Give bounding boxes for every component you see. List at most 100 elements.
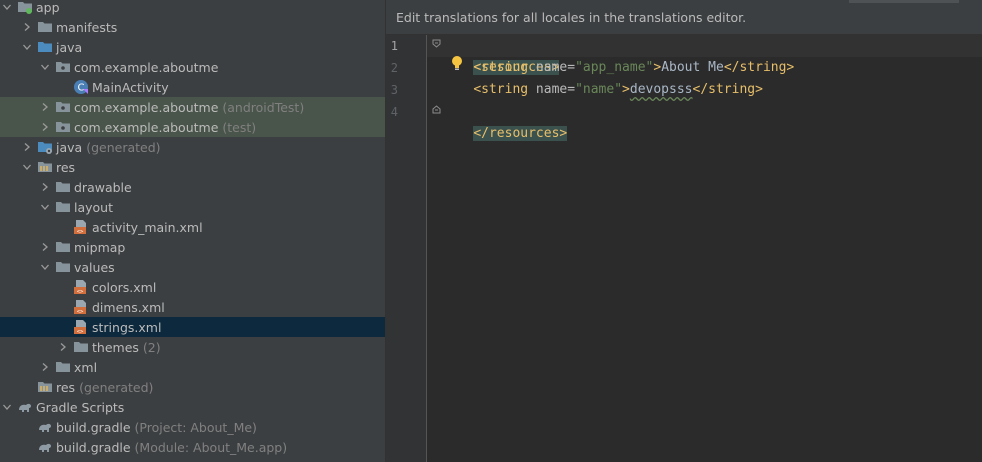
tree-item-hint: (generated) xyxy=(86,139,161,155)
resource-folder-icon xyxy=(37,159,53,175)
tree-item[interactable]: com.example.aboutme (test) xyxy=(0,117,385,137)
svg-text:<>: <> xyxy=(77,329,84,335)
tree-item[interactable]: <> strings.xml xyxy=(0,317,385,337)
chevron-down-icon[interactable] xyxy=(22,157,32,177)
xml-tag-end: > xyxy=(622,82,630,97)
chevron-down-icon[interactable] xyxy=(22,37,32,57)
tree-item-label: manifests xyxy=(56,19,118,35)
tree-item-label: java xyxy=(56,39,83,55)
tree-item[interactable]: mipmap xyxy=(0,237,385,257)
folder-icon xyxy=(55,259,71,275)
chevron-down-icon[interactable] xyxy=(2,397,12,417)
chevron-right-icon[interactable] xyxy=(40,97,50,117)
tree-item[interactable]: build.gradle (Project: About_Me) xyxy=(0,417,385,437)
package-icon xyxy=(55,99,71,115)
tree-item-label: res xyxy=(56,159,76,175)
translations-banner: Edit translations for all locales in the… xyxy=(386,0,982,35)
tree-item[interactable]: xml xyxy=(0,357,385,377)
code-line-1[interactable]: <resources> xyxy=(442,35,560,75)
xml-file-icon: <> xyxy=(73,319,89,335)
tree-item-label: com.example.aboutme xyxy=(74,59,219,75)
folder-icon xyxy=(55,199,71,215)
tree-item-hint: (Module: About_Me.app) xyxy=(134,439,288,455)
chevron-right-icon[interactable] xyxy=(40,237,50,257)
translations-banner-text: Edit translations for all locales in the… xyxy=(396,9,747,25)
chevron-down-icon[interactable] xyxy=(40,257,50,277)
folder-icon xyxy=(73,339,89,355)
code-line-4[interactable]: </resources> xyxy=(442,101,568,141)
tree-item-label: values xyxy=(74,259,115,275)
tree-item[interactable]: java (generated) xyxy=(0,137,385,157)
chevron-down-icon[interactable] xyxy=(2,0,12,17)
folder-icon xyxy=(55,239,71,255)
tree-item-hint: (test) xyxy=(222,119,257,135)
xml-attribute: name= xyxy=(528,82,576,97)
tree-item[interactable]: C MainActivity xyxy=(0,77,385,97)
tree-item[interactable]: <> dimens.xml xyxy=(0,297,385,317)
tree-item-label: themes xyxy=(92,339,139,355)
tree-item-label: build.gradle xyxy=(56,419,131,435)
tree-item[interactable]: <> activity_main.xml xyxy=(0,217,385,237)
line-number: 1 xyxy=(390,39,398,53)
tree-item[interactable]: res (generated) xyxy=(0,377,385,397)
tree-item[interactable]: com.example.aboutme xyxy=(0,57,385,77)
gradle-icon xyxy=(37,439,53,455)
tree-item[interactable]: build.gradle (Module: About_Me.app) xyxy=(0,437,385,457)
module-folder-icon xyxy=(17,0,33,15)
line-gutter[interactable]: 1 2 3 4 xyxy=(386,35,426,462)
tree-item-label: dimens.xml xyxy=(92,299,165,315)
xml-attribute: name= xyxy=(528,60,576,75)
tree-item-label: com.example.aboutme xyxy=(74,119,219,135)
tree-item[interactable]: themes (2) xyxy=(0,337,385,357)
chevron-down-icon[interactable] xyxy=(40,197,50,217)
svg-text:<>: <> xyxy=(77,309,84,315)
project-tree[interactable]: app manifests java com.example.aboutme C Main… xyxy=(0,0,385,462)
tree-item[interactable]: app xyxy=(0,0,385,17)
chevron-right-icon[interactable] xyxy=(40,177,50,197)
chevron-right-icon[interactable] xyxy=(58,337,68,357)
chevron-right-icon[interactable] xyxy=(40,357,50,377)
chevron-right-icon[interactable] xyxy=(22,137,32,157)
tree-item[interactable]: java xyxy=(0,37,385,57)
tree-item[interactable]: values xyxy=(0,257,385,277)
tree-item[interactable]: com.example.aboutme (androidTest) xyxy=(0,97,385,117)
tree-item-label: layout xyxy=(74,199,114,215)
tree-item-label: xml xyxy=(74,359,98,375)
svg-text:<>: <> xyxy=(77,289,84,295)
chevron-right-icon[interactable] xyxy=(22,17,32,37)
tree-item-label: build.gradle xyxy=(56,439,131,455)
tree-item[interactable]: drawable xyxy=(0,177,385,197)
tree-item-label: drawable xyxy=(74,179,132,195)
tree-item-label: app xyxy=(36,0,60,15)
folder-icon xyxy=(55,359,71,375)
code-line-2[interactable]: <string name="app_name">About Me</string… xyxy=(442,57,794,79)
chevron-down-icon[interactable] xyxy=(40,57,50,77)
tree-item-label: MainActivity xyxy=(92,79,169,95)
xml-tag-end: > xyxy=(653,60,662,75)
xml-tag: <string xyxy=(473,82,529,97)
tree-item[interactable]: <> colors.xml xyxy=(0,277,385,297)
tree-item-hint: (androidTest) xyxy=(222,99,305,115)
generated-folder-icon xyxy=(37,139,53,155)
fold-close-icon[interactable] xyxy=(432,105,441,114)
tree-item[interactable]: layout xyxy=(0,197,385,217)
xml-text-typo: devopsss xyxy=(629,82,693,97)
code-line-3[interactable]: <string name="name">devopsss</string> xyxy=(442,79,763,101)
chevron-right-icon[interactable] xyxy=(40,117,50,137)
xml-close-tag: </resources> xyxy=(473,126,568,141)
tree-item[interactable]: res xyxy=(0,157,385,177)
xml-attribute-value: "name" xyxy=(575,82,623,97)
xml-file-icon: <> xyxy=(73,279,89,295)
tree-item[interactable]: Gradle Scripts xyxy=(0,397,385,417)
code-editor[interactable]: 1 2 3 4 <resources> <string name="app_na… xyxy=(386,35,982,462)
tree-item[interactable]: manifests xyxy=(0,17,385,37)
editor-scroll-thumb[interactable] xyxy=(849,0,959,3)
resource-folder-icon xyxy=(37,379,53,395)
fold-open-icon[interactable] xyxy=(432,39,441,48)
